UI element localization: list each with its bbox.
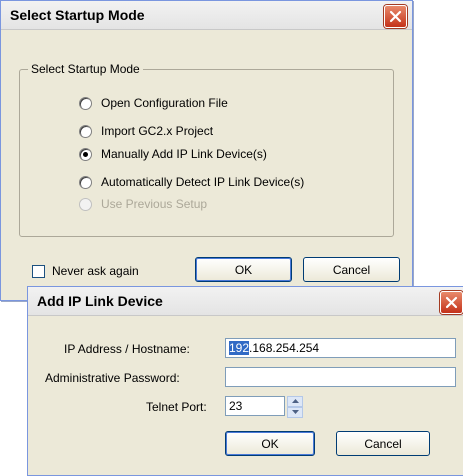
close-button[interactable] xyxy=(440,291,463,314)
spin-down-button[interactable] xyxy=(287,407,303,418)
cancel-button[interactable]: Cancel xyxy=(336,431,430,456)
radio-use-previous-setup: Use Previous Setup xyxy=(79,196,207,212)
dialog-title: Add IP Link Device xyxy=(37,293,163,309)
radio-label: Manually Add IP Link Device(s) xyxy=(101,147,267,161)
close-button[interactable] xyxy=(384,5,407,28)
close-x-icon xyxy=(445,296,458,309)
telnet-port-value: 23 xyxy=(229,399,243,413)
group-label: Select Startup Mode xyxy=(28,62,143,76)
dialog-title: Select Startup Mode xyxy=(10,7,145,23)
telnet-port-label: Telnet Port: xyxy=(146,400,207,414)
radio-label: Automatically Detect IP Link Device(s) xyxy=(101,175,305,189)
title-bar[interactable]: Select Startup Mode xyxy=(1,1,412,30)
spin-down-icon xyxy=(292,410,299,414)
radio-label: Use Previous Setup xyxy=(101,197,208,211)
radio-import-gc2-project[interactable]: Import GC2.x Project xyxy=(79,123,213,139)
spin-up-button[interactable] xyxy=(287,396,303,407)
ip-rest-text: .168.254.254 xyxy=(249,341,320,355)
cancel-button[interactable]: Cancel xyxy=(303,257,400,282)
ip-address-input[interactable]: 192.168.254.254 xyxy=(225,338,456,358)
ip-selected-text: 192 xyxy=(229,341,250,355)
add-ip-link-device-dialog: Add IP Link Device IP Address / Hostname… xyxy=(27,286,463,476)
admin-password-label: Administrative Password: xyxy=(45,371,180,385)
never-ask-again-label: Never ask again xyxy=(52,264,139,278)
radio-button[interactable] xyxy=(79,124,92,138)
close-x-icon xyxy=(389,10,402,23)
radio-label: Open Configuration File xyxy=(101,96,228,110)
telnet-port-spinner[interactable] xyxy=(287,396,303,418)
telnet-port-input[interactable]: 23 xyxy=(225,396,285,416)
ip-address-label: IP Address / Hostname: xyxy=(64,342,190,356)
spin-up-icon xyxy=(292,399,299,403)
ok-button[interactable]: OK xyxy=(195,257,292,282)
radio-manually-add-device[interactable]: Manually Add IP Link Device(s) xyxy=(79,146,267,162)
title-bar[interactable]: Add IP Link Device xyxy=(28,287,463,316)
radio-button-selected[interactable] xyxy=(79,147,92,161)
never-ask-again-checkbox[interactable] xyxy=(32,265,45,278)
radio-button[interactable] xyxy=(79,96,92,110)
admin-password-input[interactable] xyxy=(225,367,456,387)
select-startup-mode-dialog: Select Startup Mode Select Startup Mode … xyxy=(0,0,413,301)
radio-button-disabled xyxy=(79,197,92,211)
radio-label: Import GC2.x Project xyxy=(101,124,214,138)
radio-auto-detect-device[interactable]: Automatically Detect IP Link Device(s) xyxy=(79,174,304,190)
radio-open-configuration-file[interactable]: Open Configuration File xyxy=(79,95,228,111)
radio-button[interactable] xyxy=(79,175,92,189)
ok-button[interactable]: OK xyxy=(225,431,315,456)
